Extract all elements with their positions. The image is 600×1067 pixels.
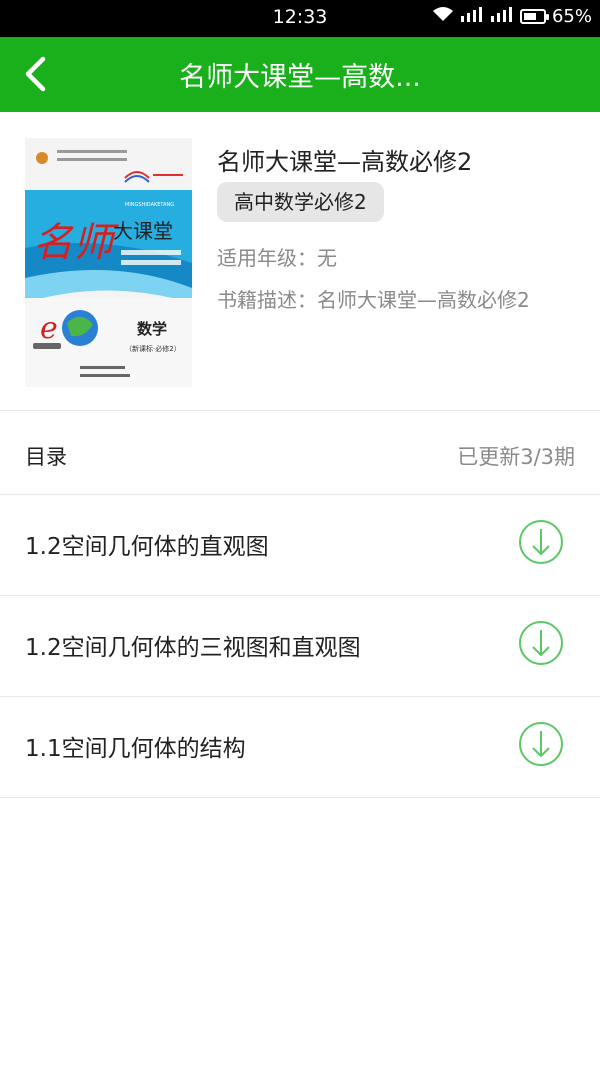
page-title: 名师大课堂—高数... [179, 62, 421, 93]
download-icon[interactable] [518, 721, 564, 767]
list-item[interactable]: 1.2空间几何体的三视图和直观图 [0, 596, 600, 697]
catalog-update-status: 已更新3/3期 [457, 445, 575, 469]
book-info: MINGSHIDAKETANG 名师 大课堂 e 数学 （新课标·必修2） 名师… [0, 112, 600, 411]
app-header: 名师大课堂—高数... [0, 37, 600, 112]
list-item[interactable]: 1.2空间几何体的直观图 [0, 495, 600, 596]
battery-icon [519, 9, 549, 24]
catalog-header: 目录 已更新3/3期 [0, 411, 600, 495]
status-bar: 12:33 65% [0, 0, 600, 37]
svg-text:（新课标·必修2）: （新课标·必修2） [125, 344, 181, 353]
download-icon[interactable] [518, 620, 564, 666]
wifi-icon [432, 6, 454, 27]
chapter-title: 1.1空间几何体的结构 [25, 736, 246, 762]
book-category-tag[interactable]: 高中数学必修2 [217, 182, 384, 222]
download-icon[interactable] [518, 519, 564, 565]
book-grade: 适用年级：无 [217, 246, 337, 270]
signal-icon [490, 6, 514, 27]
status-icons: 65% [432, 6, 592, 27]
book-title: 名师大课堂—高数必修2 [217, 148, 473, 176]
svg-text:名师: 名师 [33, 220, 119, 266]
book-cover-image: MINGSHIDAKETANG 名师 大课堂 e 数学 （新课标·必修2） [25, 138, 192, 387]
chapter-title: 1.2空间几何体的三视图和直观图 [25, 635, 361, 661]
back-button[interactable] [10, 49, 60, 99]
svg-text:数学: 数学 [137, 320, 167, 338]
battery-percent: 65% [551, 6, 592, 27]
chapter-title: 1.2空间几何体的直观图 [25, 534, 269, 560]
list-item[interactable]: 1.1空间几何体的结构 [0, 697, 600, 798]
chevron-left-icon [25, 56, 46, 92]
chapter-list: 1.2空间几何体的直观图 1.2空间几何体的三视图和直观图 1.1空间几何体的结… [0, 495, 600, 798]
catalog-title: 目录 [25, 445, 67, 469]
battery-level [523, 13, 536, 20]
signal-icon [460, 6, 484, 27]
book-description: 书籍描述：名师大课堂—高数必修2 [217, 288, 530, 312]
svg-text:MINGSHIDAKETANG: MINGSHIDAKETANG [125, 202, 174, 208]
svg-text:大课堂: 大课堂 [113, 219, 173, 243]
svg-text:e: e [40, 311, 58, 346]
